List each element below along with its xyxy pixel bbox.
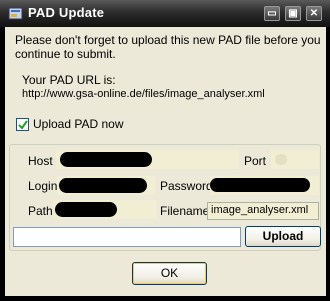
- warning-message: Please don't forget to upload this new P…: [15, 33, 321, 61]
- message-line-2: continue to submit.: [15, 47, 116, 61]
- filename-label: Filename: [160, 204, 210, 218]
- dialog-body: Please don't forget to upload this new P…: [5, 27, 326, 296]
- password-input[interactable]: [210, 176, 319, 195]
- filename-input[interactable]: image_analyser.xml: [207, 202, 319, 220]
- redacted-path: [55, 202, 117, 217]
- login-label: Login: [28, 179, 58, 193]
- login-input[interactable]: [57, 176, 155, 195]
- host-label: Host: [28, 154, 53, 168]
- redacted-host: [60, 152, 152, 167]
- minimize-button[interactable]: ▭: [264, 6, 280, 21]
- title-bar[interactable]: PAD Update ▭ ▣ ✕: [0, 0, 330, 27]
- upload-status-field[interactable]: [13, 227, 241, 247]
- maximize-button[interactable]: ▣: [285, 6, 301, 21]
- port-label: Port: [244, 154, 267, 168]
- minimize-icon: ▭: [267, 8, 277, 19]
- message-line-1: Please don't forget to upload this new P…: [15, 33, 321, 47]
- port-input[interactable]: [271, 150, 319, 169]
- ok-button[interactable]: OK: [132, 262, 207, 285]
- window-title: PAD Update: [28, 5, 105, 20]
- upload-pad-checkbox-label[interactable]: Upload PAD now: [33, 117, 124, 131]
- pad-url-label: Your PAD URL is:: [22, 73, 116, 87]
- close-button[interactable]: ✕: [306, 6, 322, 21]
- check-icon: [18, 120, 28, 130]
- pad-update-window: PAD Update ▭ ▣ ✕ Please don't forget to …: [0, 0, 330, 301]
- pad-url-value: http://www.gsa-online.de/files/image_ana…: [22, 88, 265, 100]
- maximize-icon: ▣: [288, 8, 298, 19]
- path-label: Path: [28, 204, 53, 218]
- path-input[interactable]: [53, 200, 157, 219]
- redacted-login: [59, 178, 147, 193]
- upload-pad-checkbox[interactable]: [16, 118, 29, 131]
- redacted-password: [210, 178, 310, 192]
- upload-button[interactable]: Upload: [245, 226, 321, 247]
- close-icon: ✕: [309, 8, 319, 19]
- host-input[interactable]: [56, 150, 239, 169]
- password-label: Password: [160, 179, 213, 193]
- redacted-port: [275, 154, 287, 165]
- app-icon: [8, 6, 24, 21]
